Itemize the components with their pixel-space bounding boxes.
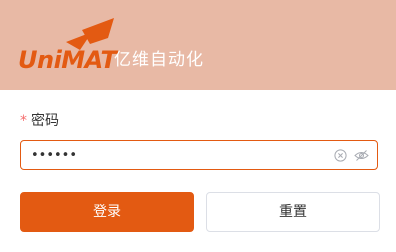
wing-logo-icon	[66, 18, 114, 50]
clear-icon[interactable]	[334, 149, 347, 162]
password-input[interactable]	[31, 145, 331, 165]
eye-off-icon[interactable]	[354, 149, 369, 162]
reset-button[interactable]: 重置	[206, 192, 380, 232]
password-label-text: 密码	[31, 113, 59, 129]
required-mark: *	[20, 113, 27, 129]
brand-header: UniMAT 亿维自动化	[0, 0, 396, 90]
brand-logo: UniMAT 亿维自动化	[18, 16, 218, 76]
login-button[interactable]: 登录	[20, 192, 194, 232]
brand-name: UniMAT	[18, 46, 117, 74]
password-field	[20, 140, 378, 170]
login-card: UniMAT 亿维自动化 * 密码 登录 重置	[0, 0, 396, 252]
brand-cn-name: 亿维自动化	[114, 50, 204, 70]
password-label: * 密码	[20, 112, 59, 130]
